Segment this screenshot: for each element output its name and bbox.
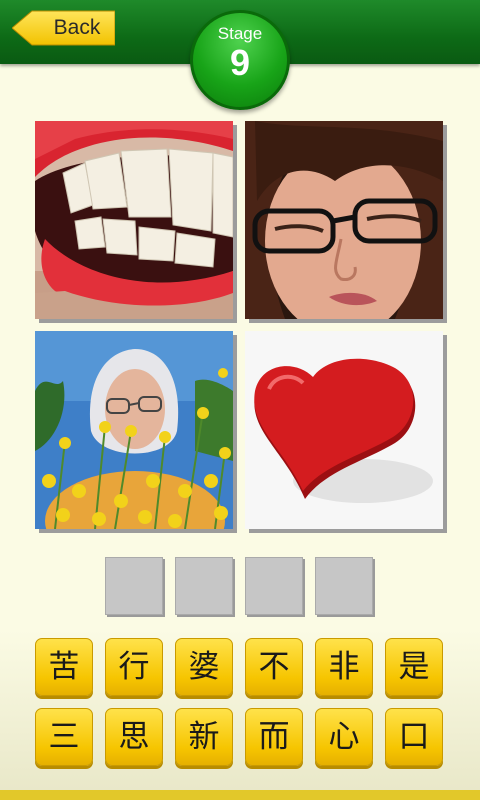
stage-number: 9 [229,42,251,83]
letter-key[interactable]: 非 [315,638,373,696]
letter-key[interactable]: 苦 [35,638,93,696]
letter-key[interactable]: 是 [385,638,443,696]
letter-key[interactable]: 行 [105,638,163,696]
picture-lips[interactable] [35,121,233,319]
letter-key[interactable]: 心 [315,708,373,766]
letter-key[interactable]: 三 [35,708,93,766]
picture-woman-glasses[interactable] [245,121,443,319]
letter-key[interactable]: 婆 [175,638,233,696]
letter-key[interactable]: 思 [105,708,163,766]
stage-badge: Stage 9 [190,10,290,110]
answer-slot-1[interactable] [105,557,163,615]
letter-key[interactable]: 口 [385,708,443,766]
answer-slot-3[interactable] [245,557,303,615]
answer-slot-4[interactable] [315,557,373,615]
letter-key[interactable]: 不 [245,638,303,696]
back-button[interactable]: Back [12,10,115,46]
picture-old-woman-flowers[interactable] [35,331,233,529]
answer-slot-2[interactable] [175,557,233,615]
back-label: Back [53,16,101,39]
letter-key[interactable]: 而 [245,708,303,766]
picture-heart[interactable] [245,331,443,529]
stage-label: Stage [217,24,263,43]
bottom-strip [0,790,480,800]
letter-key[interactable]: 新 [175,708,233,766]
